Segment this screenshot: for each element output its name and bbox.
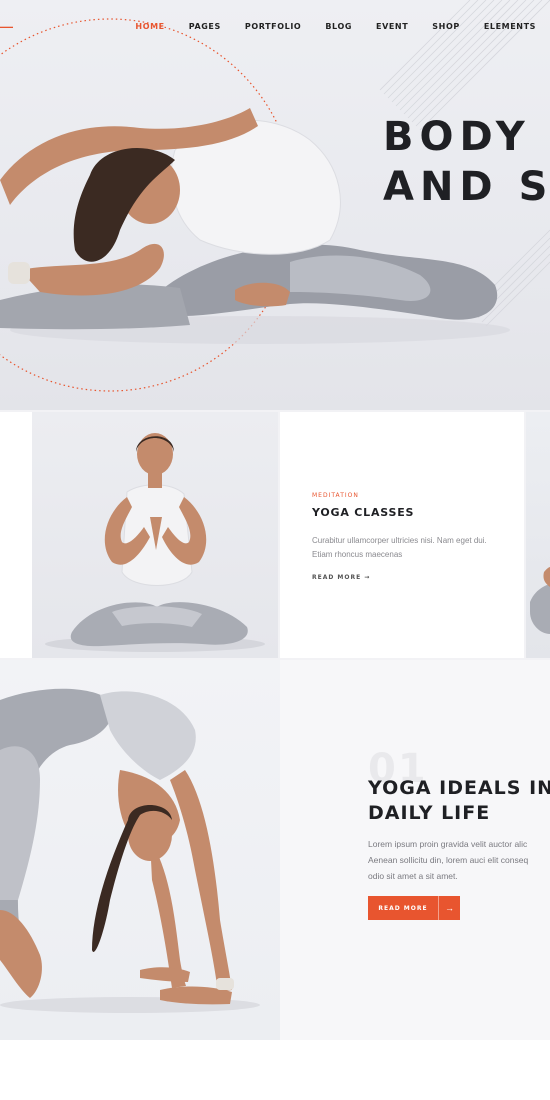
ideals-panel: 01 YOGA IDEALS IN DAILY LIFE Lorem ipsum… (280, 660, 550, 1040)
next-card-figure (530, 567, 550, 634)
class-description: Curabitur ullamcorper ultricies nisi. Na… (312, 536, 487, 559)
hero-section: — HOME PAGES PORTFOLIO BLOG EVENT SHOP E… (0, 0, 550, 410)
ideal-title: YOGA IDEALS IN DAILY LIFE (368, 776, 550, 826)
class-title[interactable]: YOGA CLASSES (312, 506, 414, 519)
read-more-link[interactable]: READ MORE → (312, 574, 370, 581)
hero-title: BODY AND SO (383, 112, 550, 212)
ideals-section: 01 YOGA IDEALS IN DAILY LIFE Lorem ipsum… (0, 660, 550, 1040)
read-more-button[interactable]: READ MORE → (368, 896, 460, 920)
meditation-image (32, 412, 278, 658)
backbend-figure (0, 688, 260, 1013)
previous-card-edge (0, 412, 32, 658)
ideal-text-line-1: Lorem ipsum proin gravida velit auctor a… (368, 839, 528, 849)
page-footer-space (0, 1040, 550, 1100)
backbend-image (0, 660, 280, 1040)
arrow-right-icon: → (364, 574, 371, 581)
class-category: MEDITATION (312, 492, 359, 499)
ideal-text-line-3: odio sit amet a sit amet. (368, 871, 458, 881)
next-card-edge (526, 412, 550, 658)
arrow-right-icon: → (438, 896, 460, 920)
classes-section: MEDITATION YOGA CLASSES Curabitur ullamc… (0, 410, 550, 660)
read-more-button-label: READ MORE (378, 904, 428, 912)
class-card: MEDITATION YOGA CLASSES Curabitur ullamc… (280, 412, 524, 658)
hero-title-line-1: BODY (383, 114, 531, 160)
ideal-description: Lorem ipsum proin gravida velit auctor a… (368, 836, 550, 884)
meditation-figure (45, 433, 265, 652)
read-more-label: READ MORE (312, 574, 362, 581)
ideal-title-line-1: YOGA IDEALS IN (368, 777, 550, 799)
hero-title-line-2: AND SO (383, 164, 550, 210)
ideal-text-line-2: Aenean sollicitu din, lorem auci elit co… (368, 855, 529, 865)
ideal-title-line-2: DAILY LIFE (368, 802, 491, 824)
